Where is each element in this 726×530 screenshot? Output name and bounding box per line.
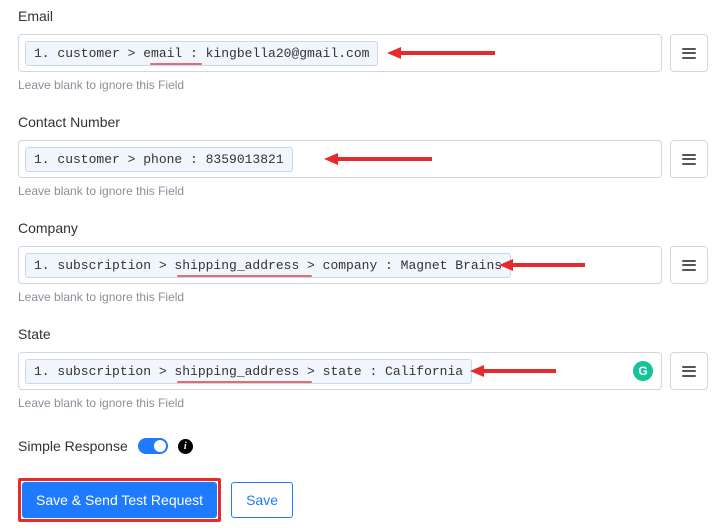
field-group-state: State 1. subscription > shipping_address… xyxy=(18,326,708,410)
token-input-email[interactable]: 1. customer > email : kingbella20@gmail.… xyxy=(18,34,662,72)
field-token[interactable]: 1. subscription > shipping_address > sta… xyxy=(25,359,472,384)
field-row: 1. customer > email : kingbella20@gmail.… xyxy=(18,34,708,72)
actions-row: Save & Send Test Request Save xyxy=(18,478,708,522)
menu-icon xyxy=(682,260,696,271)
field-menu-button[interactable] xyxy=(670,34,708,72)
helper-text: Leave blank to ignore this Field xyxy=(18,184,708,198)
helper-text: Leave blank to ignore this Field xyxy=(18,78,708,92)
token-input-state[interactable]: 1. subscription > shipping_address > sta… xyxy=(18,352,662,390)
token-input-contact[interactable]: 1. customer > phone : 8359013821 xyxy=(18,140,662,178)
grammarly-icon[interactable]: G xyxy=(633,361,653,381)
field-group-email: Email 1. customer > email : kingbella20@… xyxy=(18,8,708,92)
simple-response-row: Simple Response i xyxy=(18,438,708,454)
field-menu-button[interactable] xyxy=(670,246,708,284)
helper-text: Leave blank to ignore this Field xyxy=(18,396,708,410)
simple-response-toggle[interactable] xyxy=(138,438,168,454)
helper-text: Leave blank to ignore this Field xyxy=(18,290,708,304)
field-token[interactable]: 1. customer > email : kingbella20@gmail.… xyxy=(25,41,378,66)
save-button[interactable]: Save xyxy=(231,482,293,518)
field-row: 1. subscription > shipping_address > sta… xyxy=(18,352,708,390)
toggle-knob xyxy=(154,440,166,452)
field-label: Company xyxy=(18,220,708,236)
field-token[interactable]: 1. subscription > shipping_address > com… xyxy=(25,253,511,278)
field-label: Contact Number xyxy=(18,114,708,130)
field-menu-button[interactable] xyxy=(670,140,708,178)
menu-icon xyxy=(682,154,696,165)
highlight-box: Save & Send Test Request xyxy=(18,478,221,522)
field-label: State xyxy=(18,326,708,342)
field-menu-button[interactable] xyxy=(670,352,708,390)
field-row: 1. subscription > shipping_address > com… xyxy=(18,246,708,284)
field-token[interactable]: 1. customer > phone : 8359013821 xyxy=(25,147,293,172)
field-group-company: Company 1. subscription > shipping_addre… xyxy=(18,220,708,304)
menu-icon xyxy=(682,48,696,59)
field-group-contact: Contact Number 1. customer > phone : 835… xyxy=(18,114,708,198)
simple-response-label: Simple Response xyxy=(18,438,128,454)
info-icon[interactable]: i xyxy=(178,439,193,454)
field-label: Email xyxy=(18,8,708,24)
token-input-company[interactable]: 1. subscription > shipping_address > com… xyxy=(18,246,662,284)
save-send-test-button[interactable]: Save & Send Test Request xyxy=(22,482,217,518)
menu-icon xyxy=(682,366,696,377)
field-row: 1. customer > phone : 8359013821 xyxy=(18,140,708,178)
